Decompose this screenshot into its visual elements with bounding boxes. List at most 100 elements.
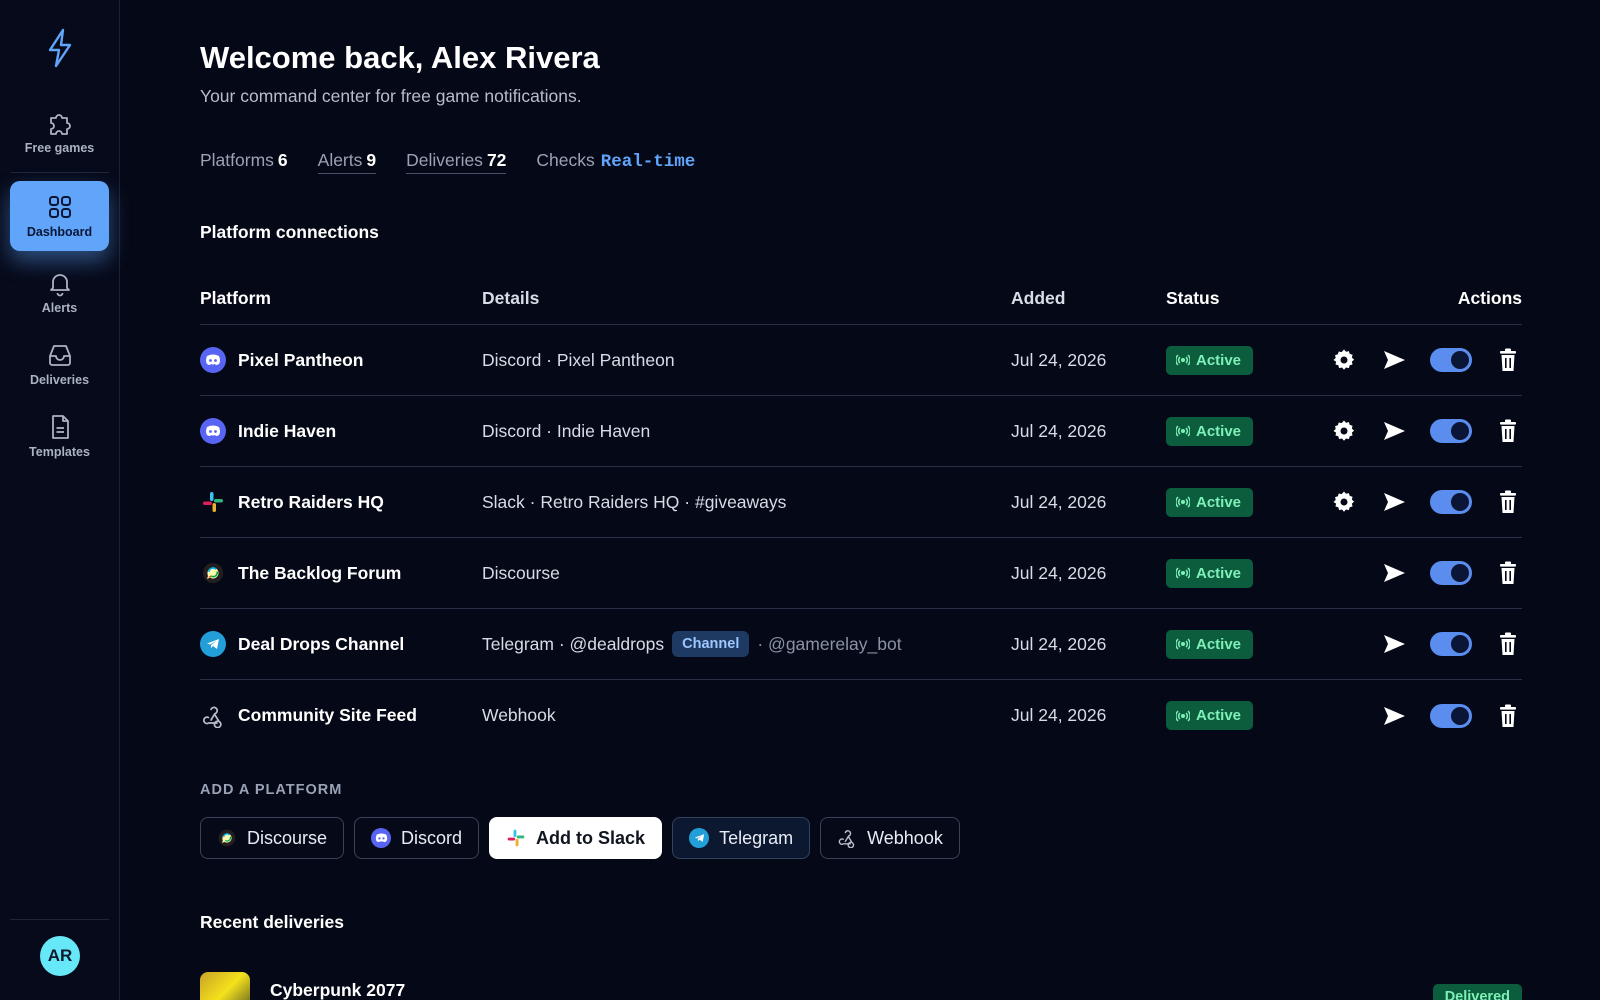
trash-icon[interactable] <box>1494 559 1522 587</box>
status-badge: Active <box>1166 487 1254 517</box>
platform-name: Community Site Feed <box>238 705 417 725</box>
platform-cell: Pixel Pantheon <box>200 347 482 373</box>
trash-icon[interactable] <box>1494 488 1522 516</box>
discourse-icon <box>200 560 226 586</box>
enable-toggle[interactable] <box>1430 703 1472 728</box>
table-row: The Backlog Forum Discourse Jul 24, 2026… <box>200 538 1522 609</box>
broadcast-icon <box>1176 496 1190 508</box>
status-cell: Active <box>1166 558 1316 588</box>
platform-cell: Indie Haven <box>200 418 482 444</box>
actions-cell <box>1316 559 1522 587</box>
broadcast-icon <box>1176 567 1190 579</box>
status-badge: Active <box>1166 629 1254 659</box>
lightning-logo-icon[interactable] <box>44 28 76 68</box>
sidebar-item-free-games[interactable]: Free games <box>10 97 109 167</box>
stat-platforms: Platforms 6 <box>200 150 288 174</box>
details-cell: Webhook <box>482 705 556 725</box>
status-badge: Active <box>1166 345 1254 375</box>
sidebar-item-label: Free games <box>24 141 95 155</box>
trash-icon[interactable] <box>1494 417 1522 445</box>
column-header-added: Added <box>1011 287 1066 308</box>
added-cell: Jul 24, 2026 <box>1011 349 1107 370</box>
enable-toggle[interactable] <box>1430 632 1472 656</box>
settings-gear-icon[interactable] <box>1330 346 1358 374</box>
send-test-icon[interactable] <box>1380 559 1408 587</box>
table-row: Community Site Feed Webhook Jul 24, 2026… <box>200 680 1522 751</box>
status-label: Active <box>1196 564 1242 582</box>
status-cell: Active <box>1166 487 1316 517</box>
status-cell: Active <box>1166 629 1316 659</box>
telegram-icon <box>200 631 226 657</box>
details-cell: Telegram · @dealdrops Channel · @gamerel… <box>482 631 1011 657</box>
stat-value: Real-time <box>600 152 696 172</box>
status-cell: Active <box>1166 345 1316 375</box>
status-label: Active <box>1196 351 1242 369</box>
platform-cell: Retro Raiders HQ <box>200 489 482 515</box>
trash-icon[interactable] <box>1494 346 1522 374</box>
discord-icon <box>371 828 392 848</box>
section-title-connections: Platform connections <box>200 222 379 242</box>
sidebar: Free games Dashboard Alerts Deliveries T… <box>0 0 120 1000</box>
sidebar-item-alerts[interactable]: Alerts <box>10 257 109 327</box>
column-header-details: Details <box>482 287 540 308</box>
avatar[interactable]: AR <box>40 936 80 976</box>
status-label: Active <box>1196 707 1242 724</box>
stat-label: Platforms <box>200 150 274 170</box>
sidebar-item-templates[interactable]: Templates <box>10 401 109 471</box>
send-test-icon[interactable] <box>1380 417 1408 445</box>
inbox-icon <box>48 345 71 366</box>
broadcast-icon <box>1176 354 1190 366</box>
platform-name: Indie Haven <box>238 420 337 441</box>
page-subtitle: Your command center for free game notifi… <box>200 86 582 106</box>
document-icon <box>51 415 69 439</box>
status-label: Active <box>1196 422 1242 440</box>
list-item[interactable]: Cyberpunk 2077 Delivered <box>200 972 1522 1000</box>
trash-icon[interactable] <box>1494 630 1522 658</box>
telegram-icon <box>689 828 710 848</box>
enable-toggle[interactable] <box>1430 561 1472 585</box>
sidebar-item-label: Dashboard <box>26 225 93 239</box>
sidebar-divider <box>10 919 109 920</box>
enable-toggle[interactable] <box>1430 419 1472 443</box>
add-telegram-button[interactable]: Telegram <box>672 817 811 859</box>
grid-icon <box>48 196 71 218</box>
slack-icon <box>200 489 226 515</box>
add-discord-button[interactable]: Discord <box>354 817 480 859</box>
enable-toggle[interactable] <box>1430 348 1472 372</box>
send-test-icon[interactable] <box>1380 630 1408 658</box>
trash-icon[interactable] <box>1494 702 1522 730</box>
enable-toggle[interactable] <box>1430 490 1472 514</box>
actions-cell <box>1316 702 1522 730</box>
actions-cell <box>1316 488 1522 516</box>
send-test-icon[interactable] <box>1380 488 1408 516</box>
delivery-title: Cyberpunk 2077 <box>270 980 406 1000</box>
stats-bar: Platforms 6 Alerts 9 Deliveries 72 Checks Re… <box>200 150 695 174</box>
stat-value: 72 <box>486 150 507 170</box>
status-cell: Active <box>1166 416 1316 446</box>
sidebar-item-dashboard[interactable]: Dashboard <box>10 181 109 251</box>
status-label: Active <box>1196 635 1242 653</box>
settings-gear-icon[interactable] <box>1330 488 1358 516</box>
add-webhook-button[interactable]: Webhook <box>820 817 960 859</box>
actions-cell <box>1316 346 1522 374</box>
broadcast-icon <box>1176 425 1190 437</box>
settings-gear-icon[interactable] <box>1330 417 1358 445</box>
send-test-icon[interactable] <box>1380 702 1408 730</box>
slack-icon <box>506 828 526 848</box>
add-discourse-button[interactable]: Discourse <box>200 817 345 859</box>
platform-cell: Deal Drops Channel <box>200 631 482 657</box>
channel-chip: Channel <box>672 631 750 657</box>
table-header: Platform Details Added Status Actions <box>200 272 1522 325</box>
sidebar-item-deliveries[interactable]: Deliveries <box>10 329 109 399</box>
button-label: Discord <box>401 827 463 848</box>
send-test-icon[interactable] <box>1380 346 1408 374</box>
sidebar-item-label: Deliveries <box>29 373 90 387</box>
add-to-slack-button[interactable]: Add to Slack <box>489 817 663 859</box>
table-row: Pixel Pantheon Discord · Pixel Pantheon … <box>200 325 1522 396</box>
stat-alerts[interactable]: Alerts 9 <box>317 150 377 174</box>
sidebar-item-label: Alerts <box>41 301 78 315</box>
stat-deliveries[interactable]: Deliveries 72 <box>406 150 507 174</box>
details-text: Telegram · @dealdrops <box>482 633 665 654</box>
webhook-icon <box>837 828 857 848</box>
status-badge: Active <box>1166 416 1254 446</box>
